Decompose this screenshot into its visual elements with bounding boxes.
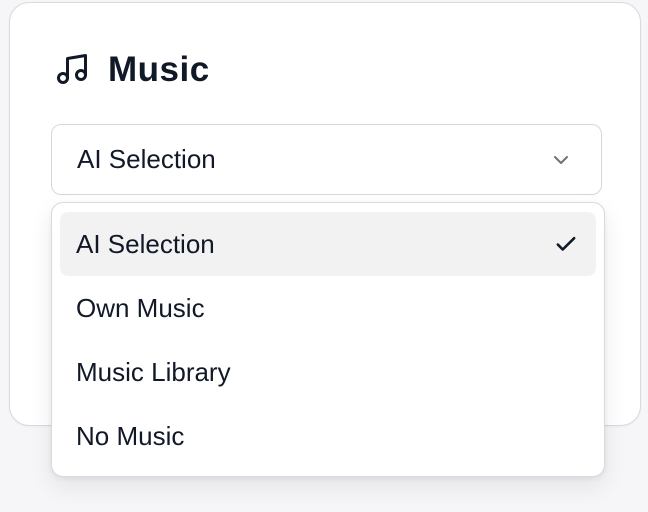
music-option-ai-selection[interactable]: AI Selection <box>60 212 596 276</box>
music-select-trigger[interactable]: AI Selection <box>51 124 602 195</box>
music-options-dropdown: AI Selection Own Music Music Library No … <box>51 202 605 477</box>
music-option-own-music[interactable]: Own Music <box>60 276 596 340</box>
music-note-icon <box>54 51 90 87</box>
option-label: Music Library <box>76 356 231 387</box>
check-icon <box>552 230 580 258</box>
music-option-music-library[interactable]: Music Library <box>60 340 596 404</box>
option-label: No Music <box>76 420 185 451</box>
selected-music-option: AI Selection <box>77 144 216 174</box>
music-option-no-music[interactable]: No Music <box>60 404 596 468</box>
card-title: Music <box>108 49 210 89</box>
option-label: AI Selection <box>76 228 215 259</box>
option-label: Own Music <box>76 292 205 323</box>
card-header: Music <box>54 51 210 87</box>
chevron-down-icon <box>549 148 573 172</box>
